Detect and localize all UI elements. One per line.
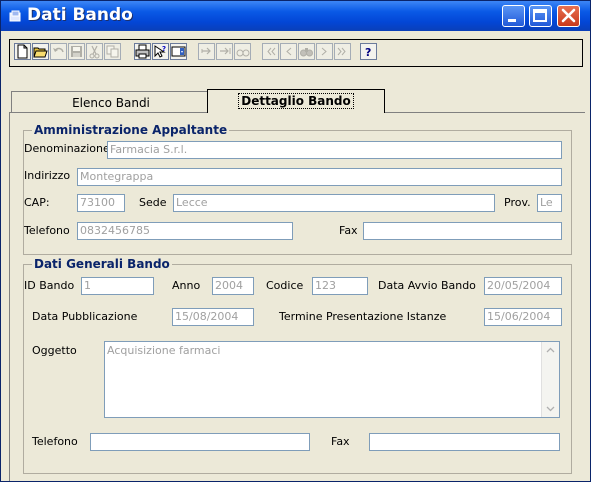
- next-record-icon: [321, 47, 327, 56]
- telefono-generali-label: Telefono: [32, 435, 78, 448]
- svg-text:?: ?: [162, 45, 166, 53]
- previous-record-button[interactable]: [280, 43, 297, 60]
- oggetto-scrollbar[interactable]: [541, 342, 559, 417]
- next-record-button[interactable]: [316, 43, 333, 60]
- data-avvio-field[interactable]: 20/05/2004: [484, 277, 562, 295]
- undo-icon: [53, 47, 64, 53]
- dati-generali-title: Dati Generali Bando: [32, 257, 172, 271]
- data-pubblicazione-label: Data Pubblicazione: [32, 310, 138, 323]
- copy-icon: [106, 45, 119, 58]
- first-record-icon: [267, 47, 276, 56]
- cap-label: CAP:: [24, 196, 50, 209]
- amministrazione-title: Amministrazione Appaltante: [32, 123, 230, 137]
- telefono-field[interactable]: 0832456785: [77, 222, 293, 240]
- amministrazione-group: Amministrazione Appaltante Denominazione…: [23, 124, 572, 255]
- oggetto-textarea[interactable]: Acquisizione farmaci: [104, 341, 560, 418]
- oggetto-label: Oggetto: [32, 344, 77, 357]
- app-icon: [9, 10, 21, 22]
- new-document-icon: [17, 44, 28, 59]
- chevron-down-icon: [546, 406, 555, 412]
- maximize-icon: [533, 9, 547, 22]
- remove-record-icon: [220, 47, 231, 55]
- denominazione-label: Denominazione: [24, 142, 110, 155]
- indirizzo-label: Indirizzo: [24, 169, 71, 182]
- dettaglio-panel: Amministrazione Appaltante Denominazione…: [9, 112, 585, 481]
- indirizzo-field[interactable]: Montegrappa: [77, 168, 562, 186]
- svg-text:?: ?: [365, 46, 371, 59]
- tab-strip: Elenco Bandi Dettaglio Bando: [11, 89, 583, 113]
- chevron-up-icon: [546, 347, 555, 353]
- undo-button[interactable]: [50, 43, 67, 60]
- first-record-button[interactable]: [262, 43, 279, 60]
- last-record-button[interactable]: [334, 43, 351, 60]
- cut-icon: [89, 45, 100, 59]
- scroll-down-button[interactable]: [542, 400, 559, 417]
- data-pubblicazione-field[interactable]: 15/08/2004: [172, 308, 254, 326]
- anno-label: Anno: [172, 279, 201, 292]
- prov-field[interactable]: Le: [537, 194, 562, 212]
- oggetto-text: Acquisizione farmaci: [107, 344, 221, 357]
- denominazione-field[interactable]: Farmacia S.r.l.: [107, 141, 562, 159]
- telefono-generali-field[interactable]: [90, 433, 310, 451]
- help-context-icon: ?: [154, 45, 166, 58]
- fax-label: Fax: [339, 224, 358, 237]
- dropdown-icon: [171, 46, 186, 57]
- close-icon: [561, 8, 576, 23]
- save-icon: [71, 46, 82, 57]
- open-folder-icon: [33, 47, 48, 58]
- cut-button[interactable]: [86, 43, 103, 60]
- new-document-button[interactable]: [14, 43, 31, 60]
- close-button[interactable]: [557, 5, 580, 27]
- help-button[interactable]: ?: [360, 43, 377, 60]
- scroll-up-button[interactable]: [542, 342, 559, 359]
- add-record-button[interactable]: [198, 43, 215, 60]
- remove-record-button[interactable]: [216, 43, 233, 60]
- minimize-icon: [508, 19, 516, 22]
- id-bando-field[interactable]: 1: [81, 277, 154, 295]
- dropdown-button[interactable]: [170, 43, 187, 60]
- codice-label: Codice: [266, 279, 304, 292]
- telefono-label: Telefono: [24, 224, 70, 237]
- find-icon: [300, 48, 313, 57]
- prov-label: Prov.: [504, 196, 531, 209]
- print-button[interactable]: [134, 43, 151, 60]
- fax-field[interactable]: [363, 222, 562, 240]
- open-button[interactable]: [32, 43, 49, 60]
- termine-field[interactable]: 15/06/2004: [484, 308, 562, 326]
- minimize-button[interactable]: [502, 5, 525, 27]
- sede-field[interactable]: Lecce: [173, 194, 495, 212]
- title-bar[interactable]: Dati Bando: [1, 1, 590, 31]
- toolbar: ? ?: [9, 39, 583, 67]
- edit-record-button[interactable]: [234, 43, 251, 60]
- sede-label: Sede: [139, 196, 167, 209]
- copy-button[interactable]: [104, 43, 121, 60]
- dati-bando-window: Dati Bando ? ? Elenco Bandi Dettaglio Ba…: [0, 0, 591, 482]
- tab-dettaglio-bando-label: Dettaglio Bando: [238, 93, 354, 109]
- last-record-icon: [337, 47, 346, 56]
- dati-generali-group: Dati Generali Bando ID Bando 1 Anno 2004…: [23, 258, 572, 474]
- tab-elenco-bandi-label: Elenco Bandi: [72, 96, 150, 110]
- cap-field[interactable]: 73100: [77, 194, 125, 212]
- fax-generali-field[interactable]: [369, 433, 560, 451]
- find-button[interactable]: [298, 43, 315, 60]
- context-help-button[interactable]: ?: [152, 43, 169, 60]
- edit-record-icon: [236, 49, 250, 57]
- help-icon: ?: [365, 46, 371, 59]
- codice-field[interactable]: 123: [312, 277, 368, 295]
- previous-record-icon: [286, 47, 292, 56]
- termine-label: Termine Presentazione Istanze: [279, 310, 447, 323]
- maximize-button[interactable]: [529, 5, 552, 27]
- add-record-icon: [201, 47, 211, 55]
- save-button[interactable]: [68, 43, 85, 60]
- fax-generali-label: Fax: [331, 435, 350, 448]
- anno-field[interactable]: 2004: [212, 277, 254, 295]
- print-icon: [135, 44, 150, 59]
- tab-elenco-bandi[interactable]: Elenco Bandi: [11, 91, 211, 113]
- id-bando-label: ID Bando: [24, 279, 75, 292]
- window-title: Dati Bando: [27, 5, 133, 25]
- data-avvio-label: Data Avvio Bando: [378, 279, 476, 292]
- tab-dettaglio-bando[interactable]: Dettaglio Bando: [207, 89, 385, 113]
